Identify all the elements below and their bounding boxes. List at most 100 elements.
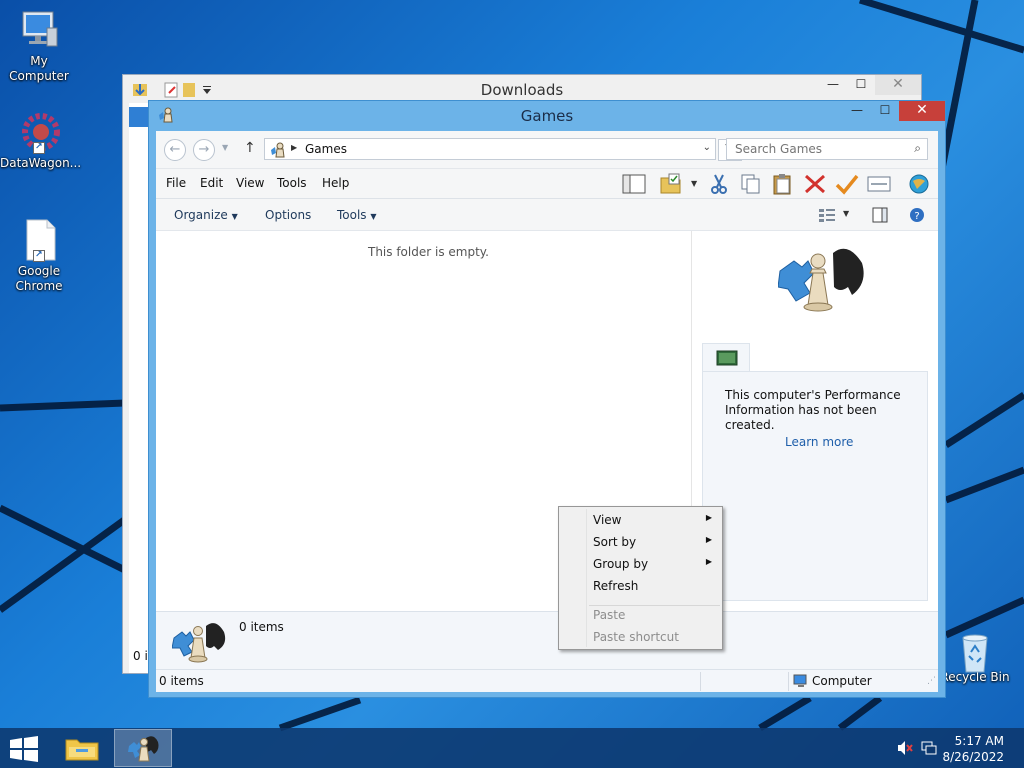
back-button[interactable]: ← <box>164 139 186 161</box>
menu-bar: File Edit View Tools Help ▼ <box>156 169 938 199</box>
empty-folder-message: This folder is empty. <box>368 245 489 259</box>
windows-logo-icon[interactable] <box>8 736 40 762</box>
organize-button[interactable]: Organize ▼ <box>174 208 238 222</box>
status-item-count: 0 items <box>159 674 204 688</box>
desktop-icon-label: My Computer <box>9 54 69 83</box>
svg-text:?: ? <box>914 211 919 222</box>
games-explorer-icon <box>778 248 864 312</box>
minimize-button[interactable]: — <box>819 75 847 95</box>
details-pane: This computer's Performance Information … <box>691 231 938 611</box>
games-explorer-icon <box>128 736 159 762</box>
gear-icon <box>17 110 61 154</box>
view-options-icon[interactable] <box>818 207 836 223</box>
explorer-body: ← → ▼ ↑ ▶ Games ⌄ ↻ ⌕ File Edit View T <box>156 131 938 692</box>
address-dropdown-icon[interactable]: ⌄ <box>703 142 711 153</box>
context-menu-paste: Paste <box>561 604 720 626</box>
minimize-button[interactable]: — <box>843 101 871 121</box>
menu-tools[interactable]: Tools <box>277 176 307 190</box>
submenu-arrow-icon: ▶ <box>705 535 712 544</box>
games-window[interactable]: Games — ☐ ✕ ← → ▼ ↑ ▶ Games ⌄ ↻ ⌕ <box>148 100 946 698</box>
delete-icon[interactable] <box>803 173 827 195</box>
computer-icon <box>17 8 61 52</box>
volume-muted-icon[interactable] <box>896 740 914 756</box>
context-menu: View ▶ Sort by ▶ Group by ▶ Refresh Past… <box>558 506 723 650</box>
clock-date: 8/26/2022 <box>942 750 1004 764</box>
forward-button[interactable]: → <box>193 139 215 161</box>
tools-label: Tools <box>337 208 367 222</box>
file-explorer-icon <box>65 739 99 761</box>
close-button[interactable]: ✕ <box>875 75 921 95</box>
preview-pane-icon[interactable] <box>872 207 888 223</box>
context-menu-label: Sort by <box>593 535 637 549</box>
details-bar: 0 items <box>156 611 938 669</box>
maximize-button[interactable]: ☐ <box>871 101 899 121</box>
context-menu-view[interactable]: View ▶ <box>561 509 720 531</box>
address-bar[interactable]: ▶ Games ⌄ <box>264 138 716 160</box>
breadcrumb[interactable]: Games <box>305 142 347 156</box>
desktop-icon-my-computer[interactable]: My Computer <box>0 8 78 84</box>
shortcut-arrow-icon <box>33 250 45 262</box>
context-menu-label: Refresh <box>593 579 639 593</box>
games-titlebar[interactable]: Games — ☐ ✕ <box>149 101 945 131</box>
checkmark-icon[interactable] <box>835 173 859 195</box>
desktop-icon-google-chrome[interactable]: Google Chrome <box>0 218 78 294</box>
desktop-icon-recycle-bin[interactable]: Recycle Bin <box>936 630 1014 685</box>
context-menu-label: Group by <box>593 557 649 571</box>
details-item-count: 0 items <box>239 620 284 634</box>
up-button[interactable]: ↑ <box>244 140 256 156</box>
learn-more-link[interactable]: Learn more <box>785 435 853 449</box>
network-icon[interactable] <box>920 740 938 756</box>
maximize-button[interactable]: ☐ <box>847 75 875 95</box>
games-explorer-icon <box>172 623 226 663</box>
command-bar: Organize ▼ Options Tools ▼ ▼ ? <box>156 199 938 231</box>
window-title: Games <box>520 107 574 125</box>
resize-grip-icon[interactable]: ⋰ <box>927 676 936 686</box>
address-row: ← → ▼ ↑ ▶ Games ⌄ ↻ ⌕ <box>156 131 938 169</box>
help-icon[interactable]: ? <box>909 207 925 223</box>
games-folder-icon <box>271 142 285 158</box>
menu-edit[interactable]: Edit <box>200 176 223 190</box>
close-button[interactable]: ✕ <box>899 101 945 121</box>
desktop-icon-datawagon[interactable]: DataWagon... <box>0 110 81 171</box>
layout-pane-icon[interactable] <box>622 173 646 195</box>
shortcut-arrow-icon <box>33 142 45 154</box>
status-divider <box>788 672 789 691</box>
performance-panel: This computer's Performance Information … <box>702 371 928 601</box>
context-menu-paste-shortcut: Paste shortcut <box>561 626 720 648</box>
submenu-arrow-icon: ▶ <box>705 557 712 566</box>
breadcrumb-chevron-icon[interactable]: ▶ <box>291 143 297 152</box>
view-dropdown-icon[interactable]: ▼ <box>843 209 849 218</box>
cut-icon[interactable] <box>707 173 731 195</box>
context-menu-sort-by[interactable]: Sort by ▶ <box>561 531 720 553</box>
system-clock[interactable]: 5:17 AM 8/26/2022 <box>942 733 1004 765</box>
search-input[interactable] <box>735 139 905 159</box>
search-icon[interactable]: ⌕ <box>914 141 921 156</box>
window-title: Downloads <box>480 81 564 99</box>
folder-options-icon[interactable] <box>660 173 684 195</box>
tools-button[interactable]: Tools ▼ <box>337 208 377 222</box>
paste-icon[interactable] <box>771 173 795 195</box>
submenu-arrow-icon: ▶ <box>705 513 712 522</box>
recent-locations-dropdown-icon[interactable]: ▼ <box>222 143 228 152</box>
menu-view[interactable]: View <box>236 176 264 190</box>
taskbar: 5:17 AM 8/26/2022 <box>0 728 1024 768</box>
context-menu-group-by[interactable]: Group by ▶ <box>561 553 720 575</box>
globe-icon[interactable] <box>907 173 931 195</box>
folder-options-dropdown-icon[interactable]: ▼ <box>691 179 697 188</box>
downloads-titlebar[interactable]: Downloads — ☐ ✕ <box>123 75 921 103</box>
menu-file[interactable]: File <box>166 176 186 190</box>
performance-tab[interactable] <box>702 343 750 373</box>
copy-icon[interactable] <box>739 173 763 195</box>
taskbar-games[interactable] <box>114 729 172 767</box>
properties-icon[interactable] <box>867 173 891 195</box>
status-location: Computer <box>812 674 872 688</box>
desktop-icon-label: Google Chrome <box>15 264 63 293</box>
options-button[interactable]: Options <box>265 208 311 222</box>
performance-rating-icon <box>716 350 738 366</box>
menu-help[interactable]: Help <box>322 176 349 190</box>
context-menu-refresh[interactable]: Refresh <box>561 575 720 597</box>
taskbar-file-explorer[interactable] <box>53 729 111 767</box>
search-box[interactable]: ⌕ <box>726 138 928 160</box>
performance-info-text: This computer's Performance Information … <box>725 388 901 432</box>
organize-label: Organize <box>174 208 228 222</box>
